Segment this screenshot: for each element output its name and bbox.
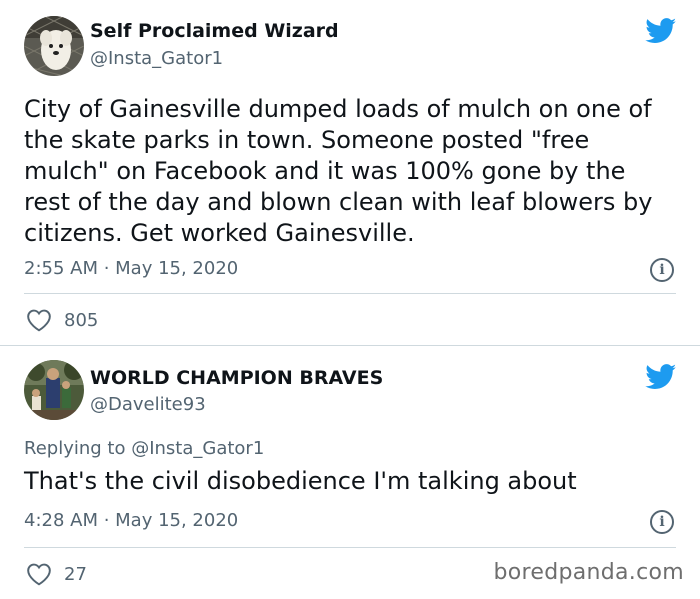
twitter-bird-icon[interactable] (645, 364, 677, 390)
like-count: 805 (64, 309, 99, 331)
tweet-timestamp[interactable]: 4:28 AM · May 15, 2020 (24, 510, 238, 531)
display-name[interactable]: WORLD CHAMPION BRAVES (90, 367, 383, 389)
replying-to-label[interactable]: Replying to @Insta_Gator1 (24, 438, 264, 459)
heart-icon (27, 563, 51, 586)
tweet-card-1: Self Proclaimed Wizard @Insta_Gator1 Cit… (0, 0, 700, 345)
user-handle[interactable]: @Davelite93 (90, 394, 206, 415)
twitter-bird-icon[interactable] (645, 18, 677, 44)
info-icon[interactable]: i (650, 258, 674, 282)
heart-icon (27, 309, 51, 332)
divider (24, 293, 676, 294)
like-count: 27 (64, 563, 87, 585)
divider (24, 547, 676, 548)
info-icon[interactable]: i (650, 510, 674, 534)
family-photo-avatar-icon[interactable] (24, 360, 84, 420)
user-handle[interactable]: @Insta_Gator1 (90, 48, 223, 69)
like-button[interactable]: 805 (26, 308, 98, 332)
display-name[interactable]: Self Proclaimed Wizard (90, 20, 339, 42)
tweet-text: That's the civil disobedience I'm talkin… (24, 467, 577, 495)
like-button[interactable]: 27 (26, 562, 87, 586)
watermark: boredpanda.com (493, 560, 684, 585)
tweet-text: City of Gainesville dumped loads of mulc… (24, 95, 653, 247)
tweet-timestamp[interactable]: 2:55 AM · May 15, 2020 (24, 258, 238, 279)
dog-avatar-icon[interactable] (24, 16, 84, 76)
